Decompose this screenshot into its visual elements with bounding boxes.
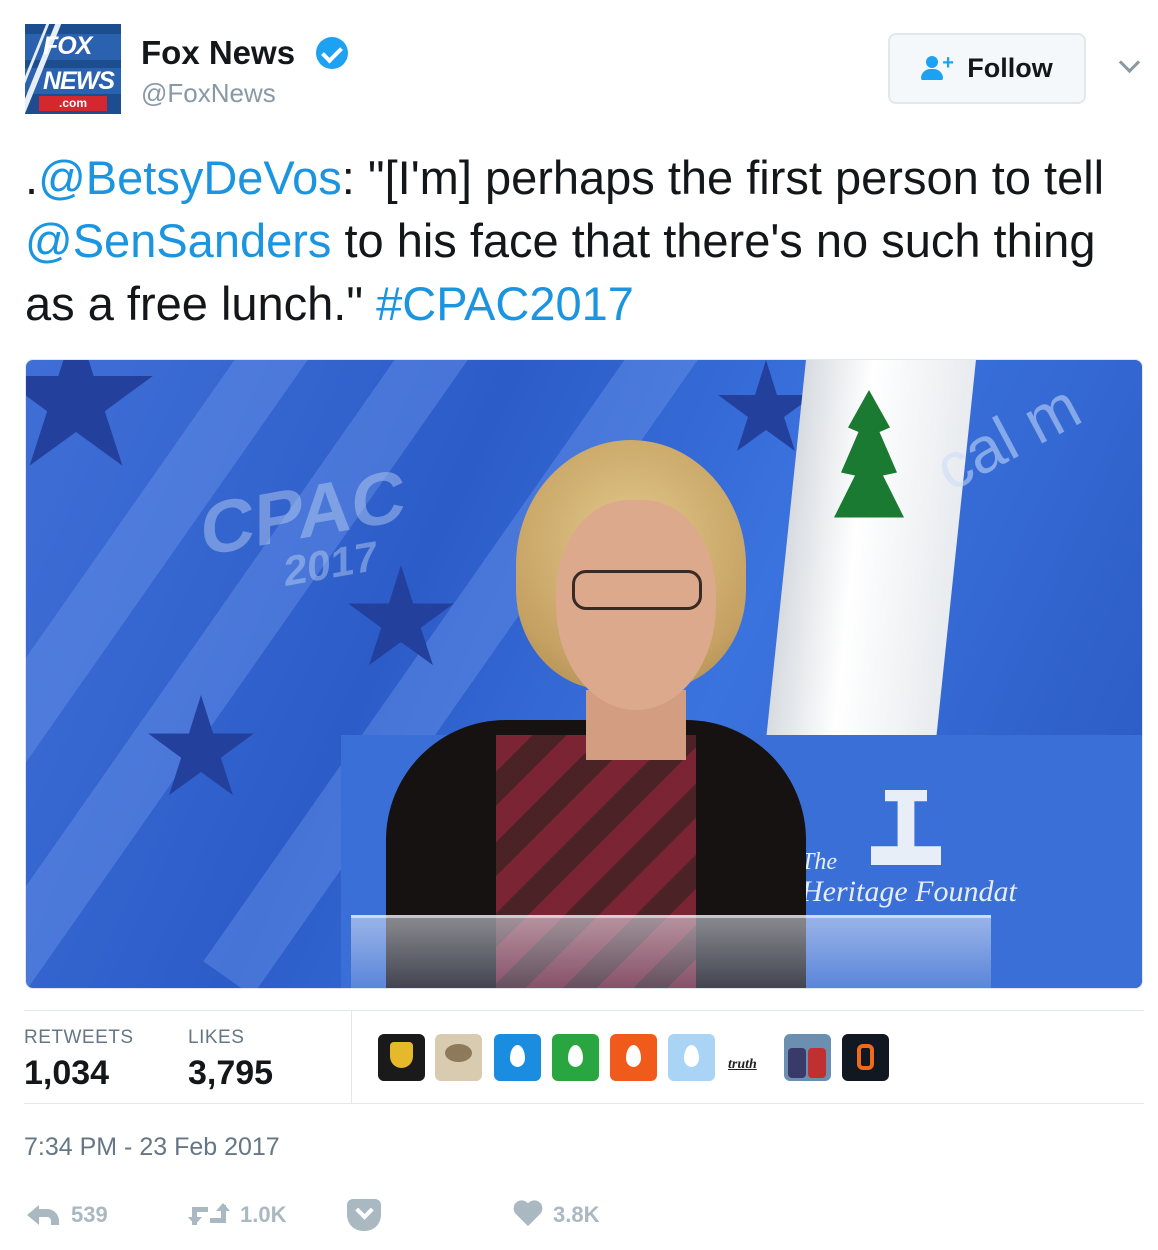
- stats-divider-bottom: [24, 1103, 1144, 1104]
- likes-count[interactable]: 3,795: [188, 1054, 273, 1093]
- tweet-text: .@BetsyDeVos: "[I'm] perhaps the first p…: [25, 146, 1145, 335]
- stats-divider-top: [24, 1010, 1144, 1011]
- heritage-foundation-text: The Heritage Foundat: [801, 847, 1017, 907]
- star-shape: [26, 360, 153, 466]
- liker-avatar-egg[interactable]: [668, 1034, 715, 1081]
- pocket-icon[interactable]: [347, 1199, 381, 1231]
- user-handle[interactable]: @FoxNews: [141, 78, 276, 109]
- retweets-count[interactable]: 1,034: [24, 1054, 109, 1093]
- liker-avatar[interactable]: [435, 1034, 482, 1081]
- verified-badge-icon: [316, 37, 348, 69]
- mention-sensanders[interactable]: @SenSanders: [25, 214, 331, 267]
- reply-button[interactable]: 539: [27, 1195, 108, 1235]
- liker-avatar-egg[interactable]: [610, 1034, 657, 1081]
- liker-avatar-egg[interactable]: [494, 1034, 541, 1081]
- hashtag-cpac2017[interactable]: #CPAC2017: [376, 277, 634, 330]
- likes-label: LIKES: [188, 1027, 245, 1048]
- liker-avatar-truth[interactable]: truth: [728, 1057, 757, 1073]
- heritage-the: The: [801, 849, 837, 875]
- tweet-timestamp[interactable]: 7:34 PM - 23 Feb 2017: [24, 1133, 280, 1162]
- reply-icon: [27, 1203, 61, 1227]
- heart-icon: [513, 1201, 543, 1229]
- logo-line-fox: FOX: [43, 32, 92, 60]
- logo-line-news: NEWS: [43, 67, 115, 95]
- mention-betsydevos[interactable]: @BetsyDeVos: [38, 151, 342, 204]
- retweet-button[interactable]: 1.0K: [188, 1195, 286, 1235]
- tweet-photo[interactable]: CPAC 2017 cal m The Heritage Foundat: [25, 359, 1143, 989]
- liker-avatar[interactable]: [842, 1034, 889, 1081]
- like-count: 3.8K: [553, 1202, 600, 1227]
- liker-avatar[interactable]: [378, 1034, 425, 1081]
- retweet-icon: [188, 1203, 230, 1227]
- like-button[interactable]: 3.8K: [513, 1195, 599, 1235]
- tweet-text-prefix: .: [25, 151, 39, 204]
- liker-avatar[interactable]: [784, 1034, 831, 1081]
- retweets-label: RETWEETS: [24, 1027, 134, 1048]
- liker-avatar-egg[interactable]: [552, 1034, 599, 1081]
- stats-divider-vertical: [351, 1011, 352, 1103]
- retweet-count: 1.0K: [240, 1202, 287, 1227]
- speaker-figure: [366, 420, 826, 988]
- chevron-down-icon[interactable]: [1118, 51, 1141, 74]
- follow-label: Follow: [967, 53, 1053, 83]
- tweet-text-part1: : "[I'm] perhaps the first person to tel…: [341, 151, 1105, 204]
- logo-dotcom: .com: [39, 96, 107, 111]
- fox-news-logo[interactable]: FOX NEWS .com: [25, 24, 121, 114]
- podium: [351, 915, 991, 988]
- follow-button[interactable]: + Follow: [888, 33, 1086, 104]
- reply-count: 539: [71, 1202, 108, 1227]
- display-name[interactable]: Fox News: [141, 34, 295, 72]
- follow-person-icon: +: [921, 52, 955, 83]
- heritage-name: Heritage Foundat: [801, 875, 1017, 908]
